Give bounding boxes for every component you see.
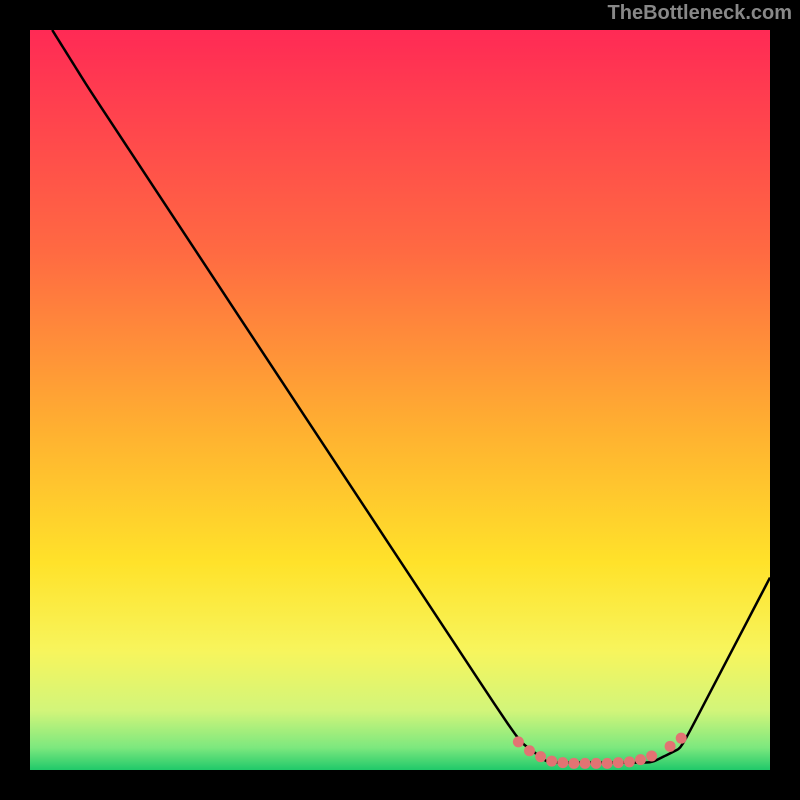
curve-svg [30, 30, 770, 770]
highlight-dot [580, 758, 591, 769]
highlight-dot [602, 758, 613, 769]
highlight-dot [524, 745, 535, 756]
bottleneck-curve [52, 30, 770, 763]
highlight-dot [557, 757, 568, 768]
chart-container: TheBottleneck.com [0, 0, 800, 800]
plot-area [30, 30, 770, 770]
highlight-dot [624, 756, 635, 767]
highlight-dot [546, 756, 557, 767]
highlight-dot [676, 733, 687, 744]
highlight-dot [613, 757, 624, 768]
watermark-text: TheBottleneck.com [608, 2, 792, 25]
highlight-dot [535, 751, 546, 762]
highlight-dot [646, 750, 657, 761]
highlight-dot [568, 758, 579, 769]
highlight-dots [513, 733, 687, 769]
highlight-dot [635, 754, 646, 765]
highlight-dot [665, 741, 676, 752]
highlight-dot [513, 736, 524, 747]
highlight-dot [591, 758, 602, 769]
